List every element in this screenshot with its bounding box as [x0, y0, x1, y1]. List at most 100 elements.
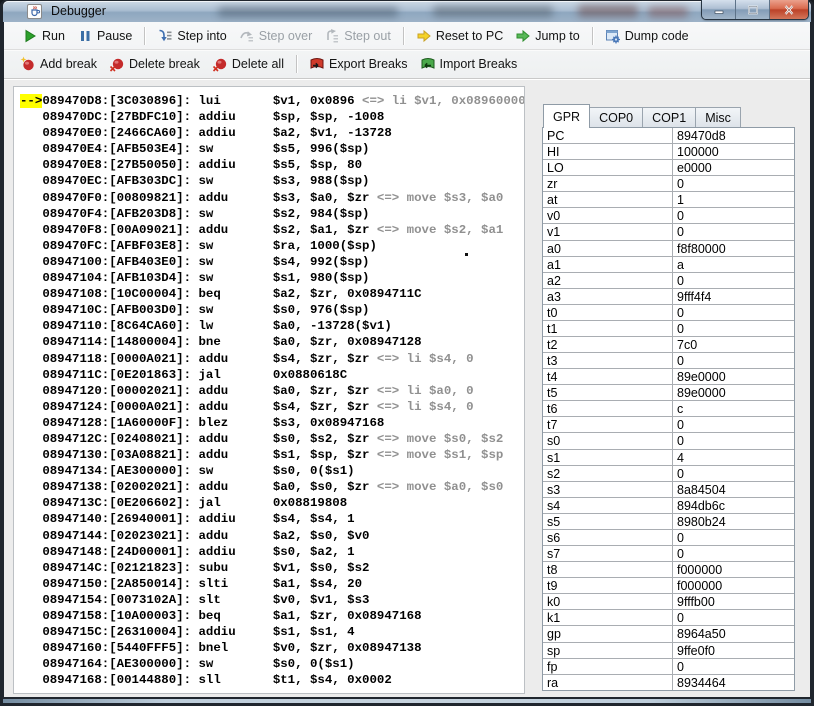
- disassembly-line[interactable]: 08947120:[00002021]: addu $a0, $zr, $zr …: [20, 383, 524, 399]
- register-row[interactable]: t27c0: [543, 337, 794, 353]
- jump-to-button[interactable]: Jump to: [509, 25, 585, 47]
- register-value[interactable]: 0: [673, 546, 794, 561]
- disassembly-line[interactable]: 089470F4:[AFB203D8]: sw $s2, 984($sp): [20, 206, 524, 222]
- register-value[interactable]: 4: [673, 450, 794, 465]
- reset-to-pc-button[interactable]: Reset to PC: [410, 25, 509, 47]
- register-row[interactable]: s00: [543, 433, 794, 449]
- register-row[interactable]: HI100000: [543, 144, 794, 160]
- disassembly-line[interactable]: 0894714C:[02121823]: subu $v1, $s0, $s2: [20, 560, 524, 576]
- disassembly-line[interactable]: 0894710C:[AFB003D0]: sw $s0, 976($sp): [20, 302, 524, 318]
- disassembly-line[interactable]: 089470F8:[00A09021]: addu $s2, $a1, $zr …: [20, 222, 524, 238]
- disassembly-line[interactable]: 089470EC:[AFB303DC]: sw $s3, 988($sp): [20, 173, 524, 189]
- register-value[interactable]: 0: [673, 321, 794, 336]
- register-row[interactable]: k10: [543, 610, 794, 626]
- delete-all-button[interactable]: Delete all: [206, 53, 290, 75]
- register-row[interactable]: a1a: [543, 257, 794, 273]
- disassembly-line[interactable]: 08947118:[0000A021]: addu $s4, $zr, $zr …: [20, 351, 524, 367]
- disassembly-line[interactable]: 089470FC:[AFBF03E8]: sw $ra, 1000($sp): [20, 238, 524, 254]
- tab-misc[interactable]: Misc: [696, 107, 741, 128]
- register-row[interactable]: t9f000000: [543, 578, 794, 594]
- disassembly-line[interactable]: 08947100:[AFB403E0]: sw $s4, 992($sp): [20, 254, 524, 270]
- disassembly-line[interactable]: 08947104:[AFB103D4]: sw $s1, 980($sp): [20, 270, 524, 286]
- disassembly-line[interactable]: 08947150:[2A850014]: slti $a1, $s4, 20: [20, 576, 524, 592]
- disassembly-line[interactable]: 08947124:[0000A021]: addu $s4, $zr, $zr …: [20, 399, 524, 415]
- disassembly-line[interactable]: 08947148:[24D00001]: addiu $s0, $a2, 1: [20, 544, 524, 560]
- disassembly-line[interactable]: 08947130:[03A08821]: addu $s1, $sp, $zr …: [20, 447, 524, 463]
- register-value[interactable]: 0: [673, 208, 794, 223]
- register-row[interactable]: PC89470d8: [543, 128, 794, 144]
- disassembly-line[interactable]: 089470F0:[00809821]: addu $s3, $a0, $zr …: [20, 190, 524, 206]
- register-row[interactable]: t70: [543, 417, 794, 433]
- import-breaks-button[interactable]: Import Breaks: [414, 53, 524, 75]
- register-value[interactable]: 7c0: [673, 337, 794, 352]
- register-value[interactable]: 89470d8: [673, 128, 794, 143]
- register-value[interactable]: a: [673, 257, 794, 272]
- disassembly-line[interactable]: 08947144:[02023021]: addu $a2, $s0, $v0: [20, 528, 524, 544]
- register-row[interactable]: s14: [543, 450, 794, 466]
- register-value[interactable]: 8934464: [673, 675, 794, 690]
- register-value[interactable]: 894db6c: [673, 498, 794, 513]
- disassembly-panel[interactable]: -->089470D8:[3C030896]: lui $v1, 0x0896 …: [13, 86, 525, 694]
- add-break-button[interactable]: Add break: [14, 53, 103, 75]
- register-value[interactable]: f000000: [673, 578, 794, 593]
- disassembly-line[interactable]: 08947128:[1A60000F]: blez $s3, 0x0894716…: [20, 415, 524, 431]
- register-value[interactable]: 9fff4f4: [673, 289, 794, 304]
- register-row[interactable]: a20: [543, 273, 794, 289]
- register-value[interactable]: 0: [673, 466, 794, 481]
- dump-code-button[interactable]: Dump code: [599, 25, 695, 47]
- register-value[interactable]: 0: [673, 176, 794, 191]
- register-value[interactable]: 0: [673, 610, 794, 625]
- register-value[interactable]: 8964a50: [673, 626, 794, 641]
- register-value[interactable]: 0: [673, 433, 794, 448]
- tab-cop1[interactable]: COP1: [643, 107, 696, 128]
- register-value[interactable]: 0: [673, 659, 794, 674]
- register-value[interactable]: 89e0000: [673, 385, 794, 400]
- register-row[interactable]: LOe0000: [543, 160, 794, 176]
- step-over-button[interactable]: Step over: [233, 25, 319, 47]
- run-button[interactable]: Run: [16, 25, 71, 47]
- disassembly-line[interactable]: 08947138:[02002021]: addu $a0, $s0, $zr …: [20, 479, 524, 495]
- disassembly-line[interactable]: 08947164:[AE300000]: sw $s0, 0($s1): [20, 656, 524, 672]
- register-value[interactable]: 0: [673, 224, 794, 239]
- register-value[interactable]: 9fffb00: [673, 594, 794, 609]
- disassembly-line[interactable]: -->089470D8:[3C030896]: lui $v1, 0x0896 …: [20, 93, 524, 109]
- register-row[interactable]: t6c: [543, 401, 794, 417]
- register-row[interactable]: ra8934464: [543, 675, 794, 690]
- register-row[interactable]: s70: [543, 546, 794, 562]
- disassembly-line[interactable]: 0894715C:[26310004]: addiu $s1, $s1, 4: [20, 624, 524, 640]
- register-row[interactable]: t00: [543, 305, 794, 321]
- register-row[interactable]: sp9ffe0f0: [543, 643, 794, 659]
- register-value[interactable]: e0000: [673, 160, 794, 175]
- tab-cop0[interactable]: COP0: [590, 107, 643, 128]
- step-out-button[interactable]: Step out: [318, 25, 397, 47]
- disassembly-line[interactable]: 08947140:[26940001]: addiu $s4, $s4, 1: [20, 511, 524, 527]
- register-row[interactable]: fp0: [543, 659, 794, 675]
- register-row[interactable]: t589e0000: [543, 385, 794, 401]
- register-value[interactable]: 9ffe0f0: [673, 643, 794, 658]
- register-row[interactable]: t489e0000: [543, 369, 794, 385]
- disassembly-line[interactable]: 08947110:[8C64CA60]: lw $a0, -13728($v1): [20, 318, 524, 334]
- register-value[interactable]: 0: [673, 305, 794, 320]
- register-row[interactable]: s4894db6c: [543, 498, 794, 514]
- disassembly-line[interactable]: 089470E0:[2466CA60]: addiu $a2, $v1, -13…: [20, 125, 524, 141]
- disassembly-line[interactable]: 0894713C:[0E206602]: jal 0x08819808: [20, 495, 524, 511]
- register-row[interactable]: v00: [543, 208, 794, 224]
- register-row[interactable]: at1: [543, 192, 794, 208]
- register-value[interactable]: 1: [673, 192, 794, 207]
- disassembly-line[interactable]: 08947134:[AE300000]: sw $s0, 0($s1): [20, 463, 524, 479]
- disassembly-line[interactable]: 08947160:[5440FFF5]: bnel $v0, $zr, 0x08…: [20, 640, 524, 656]
- register-row[interactable]: gp8964a50: [543, 626, 794, 642]
- delete-break-button[interactable]: Delete break: [103, 53, 206, 75]
- register-value[interactable]: 89e0000: [673, 369, 794, 384]
- close-button[interactable]: [770, 0, 808, 19]
- register-value[interactable]: 0: [673, 353, 794, 368]
- register-value[interactable]: 0: [673, 417, 794, 432]
- register-value[interactable]: 100000: [673, 144, 794, 159]
- register-row[interactable]: t30: [543, 353, 794, 369]
- disassembly-line[interactable]: 089470E4:[AFB503E4]: sw $s5, 996($sp): [20, 141, 524, 157]
- register-row[interactable]: v10: [543, 224, 794, 240]
- register-value[interactable]: 8a84504: [673, 482, 794, 497]
- register-value[interactable]: f000000: [673, 562, 794, 577]
- disassembly-line[interactable]: 08947158:[10A00003]: beq $a1, $zr, 0x089…: [20, 608, 524, 624]
- pause-button[interactable]: Pause: [71, 25, 138, 47]
